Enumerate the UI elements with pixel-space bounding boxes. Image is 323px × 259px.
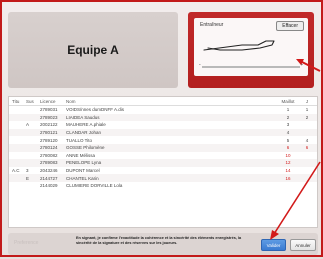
signature-pad[interactable]: Entraîneur Effacer - + xyxy=(194,18,308,76)
table-row[interactable]: 2780124 GOSSE Philomène 6 6 xyxy=(9,143,317,152)
cell-maillot: 5 xyxy=(286,137,290,143)
table-row[interactable]: 2789120 TUALLO Tito 5 4 xyxy=(9,136,317,144)
table-row[interactable]: 2789023 LIAIDEA Saudus 2 2 xyxy=(9,113,317,122)
table-row[interactable]: E 2144727 CHANTEL Karin 16 xyxy=(9,174,317,182)
table-row[interactable]: 2780082 ANNE Mélissa 10 xyxy=(9,152,317,160)
signature-label: Entraîneur xyxy=(200,22,224,28)
cell-maillot: 10 xyxy=(285,152,291,158)
cell-maillot: 14 xyxy=(285,168,291,174)
cell-maillot: 3 xyxy=(286,122,290,128)
bottom-left-hint: Preference xyxy=(14,240,39,246)
team-panel: Equipe A xyxy=(8,12,178,88)
cell-licence: 2002122 xyxy=(40,122,58,128)
cell-nom: CLANDAR Johan xyxy=(66,130,102,136)
cancel-button[interactable]: Annuler xyxy=(290,239,316,251)
cell-licence: 2144727 xyxy=(40,175,58,181)
table-row[interactable]: 2144029 CLUMIERE DORVILLE Lola xyxy=(9,182,317,190)
cell-nom: LIAIDEA Saudus xyxy=(66,114,100,120)
cell-licence: 2789023 xyxy=(40,114,58,120)
cell-maillot: 16 xyxy=(285,175,291,181)
players-table: Titu Sus Licence Nom Maillot J 2789031 V… xyxy=(8,96,318,228)
cell-sus: 3 xyxy=(26,168,29,174)
cell-licence: 2789120 xyxy=(40,137,58,143)
cell-nom: CHANTEL Karin xyxy=(66,175,99,181)
validate-button[interactable]: Valider xyxy=(261,239,286,251)
consent-text: En signant, je confirme l'exactitude la … xyxy=(76,236,242,245)
cell-maillot: 2 xyxy=(286,114,290,120)
cell-nom: GOSSE Philomène xyxy=(66,145,105,151)
signature-confirm-bar: Preference En signant, je confirme l'exa… xyxy=(8,233,318,255)
header-licence: Licence xyxy=(40,99,56,104)
cell-maillot: 1 xyxy=(286,107,290,113)
cell-nom: DUPONT Marcel xyxy=(66,168,100,174)
red-arrow-icon xyxy=(296,59,321,72)
signature-panel: Entraîneur Effacer - + xyxy=(188,12,314,88)
cell-licence: 2780082 xyxy=(40,152,58,158)
table-row[interactable]: A.C 3 2043246 DUPONT Marcel 14 xyxy=(9,167,317,175)
table-header: Titu Sus Licence Nom Maillot J xyxy=(9,97,317,106)
cell-j: 2 xyxy=(305,114,309,120)
cell-licence: 2789083 xyxy=(40,160,58,166)
cell-nom: VOIDS/nnes dumDNFF A.dis xyxy=(66,107,125,113)
header-nom: Nom xyxy=(66,99,76,104)
clear-signature-button[interactable]: Effacer xyxy=(276,21,304,31)
header-j: J xyxy=(305,99,309,104)
cell-j: 1 xyxy=(305,107,309,113)
cell-licence: 2780124 xyxy=(40,145,58,151)
cell-j: 6 xyxy=(305,145,309,151)
header-sus: Sus xyxy=(26,99,34,104)
cell-titu: A.C xyxy=(12,168,20,174)
cell-nom: ANNE Mélissa xyxy=(66,152,96,158)
team-title: Equipe A xyxy=(67,43,119,57)
slider-min-label: - xyxy=(199,62,201,68)
cell-j: 4 xyxy=(305,137,309,143)
cell-nom: TUALLO Tito xyxy=(66,137,93,143)
header-maillot: Maillot xyxy=(281,99,295,104)
signature-stroke xyxy=(203,40,275,51)
match-sheet-screen: Equipe A Entraîneur Effacer - + Titu Sus… xyxy=(0,0,323,257)
cell-nom: CLUMIERE DORVILLE Lola xyxy=(66,183,123,189)
cell-maillot: 12 xyxy=(285,160,291,166)
header-titu: Titu xyxy=(12,99,20,104)
table-row[interactable]: 2789031 VOIDS/nnes dumDNFF A.dis 1 1 xyxy=(9,106,317,114)
cell-maillot: 4 xyxy=(286,130,290,136)
table-row[interactable]: A 2002122 MAUHERE A.phiale 3 xyxy=(9,121,317,129)
cell-nom: PENELOPE Lyna xyxy=(66,160,102,166)
stroke-width-slider[interactable] xyxy=(202,66,300,68)
cell-licence: 2144029 xyxy=(40,183,58,189)
table-row[interactable]: 2780121 CLANDAR Johan 4 xyxy=(9,128,317,137)
table-row[interactable]: 2789083 PENELOPE Lyna 12 xyxy=(9,159,317,167)
cell-maillot: 6 xyxy=(286,145,290,151)
cell-licence: 2780121 xyxy=(40,130,58,136)
cell-sus: E xyxy=(26,175,30,181)
cell-sus: A xyxy=(26,122,30,128)
cell-nom: MAUHERE A.phiale xyxy=(66,122,106,128)
cell-licence: 2043246 xyxy=(40,168,58,174)
cell-licence: 2789031 xyxy=(40,107,58,113)
